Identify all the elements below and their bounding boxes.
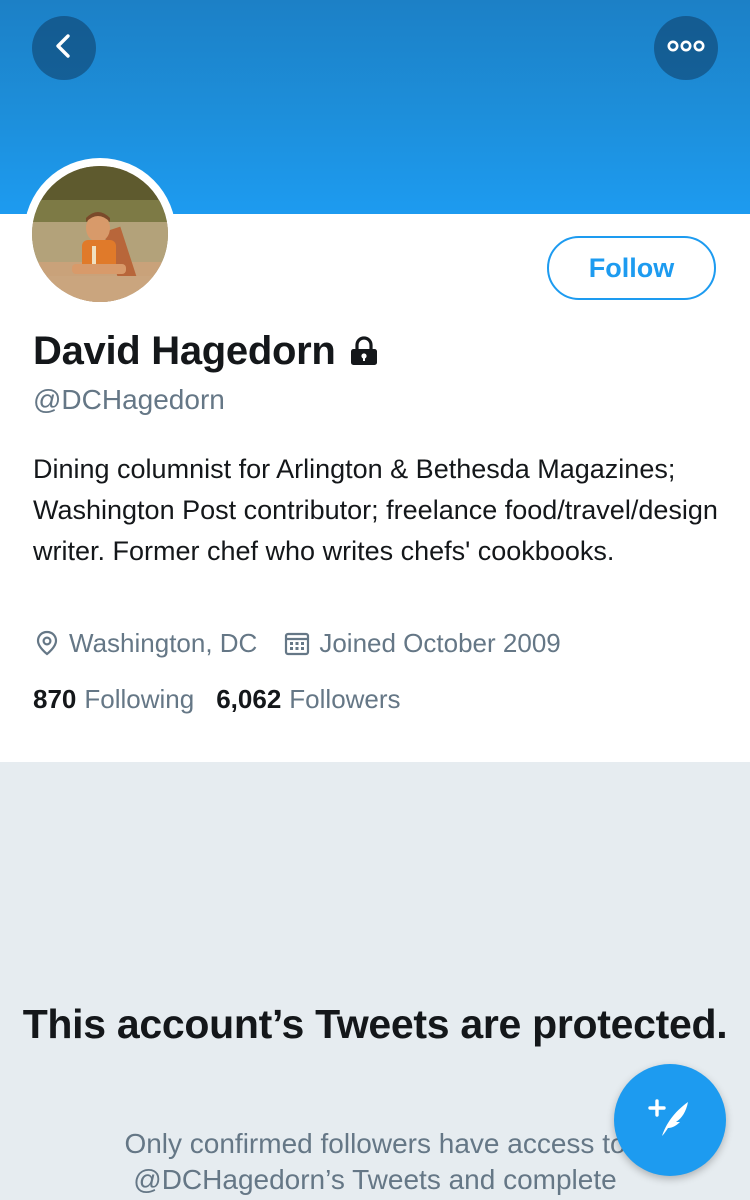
user-handle: @DCHagedorn bbox=[33, 384, 225, 415]
compose-tweet-button[interactable] bbox=[614, 1064, 726, 1176]
calendar-icon bbox=[283, 629, 311, 657]
follow-button[interactable]: Follow bbox=[547, 236, 716, 300]
followers-label: Followers bbox=[289, 683, 401, 714]
protected-title: This account’s Tweets are protected. bbox=[22, 1001, 728, 1047]
following-count: 870 bbox=[33, 683, 77, 714]
chevron-left-icon bbox=[50, 32, 78, 65]
avatar-photo bbox=[32, 166, 168, 302]
profile-stats: 870 Following 6,062 Followers bbox=[33, 680, 401, 718]
following-label: Following bbox=[84, 683, 195, 714]
protected-description: Only confirmed followers have access to … bbox=[124, 1128, 626, 1195]
profile-name-row: David Hagedorn bbox=[33, 326, 380, 376]
more-dots-icon bbox=[666, 38, 706, 59]
lock-icon bbox=[348, 335, 380, 367]
more-options-button[interactable] bbox=[654, 16, 718, 80]
joined-item: Joined October 2009 bbox=[283, 627, 561, 659]
profile-bio: Dining columnist for Arlington & Bethesd… bbox=[33, 454, 718, 566]
compose-tweet-icon bbox=[642, 1090, 698, 1151]
location-pin-icon bbox=[33, 629, 61, 657]
avatar[interactable] bbox=[24, 158, 176, 310]
location-text: Washington, DC bbox=[69, 627, 258, 658]
following-stat[interactable]: 870 Following bbox=[33, 684, 194, 715]
back-button[interactable] bbox=[32, 16, 96, 80]
location-item: Washington, DC bbox=[33, 628, 257, 659]
joined-text: Joined October 2009 bbox=[319, 627, 561, 658]
display-name: David Hagedorn bbox=[33, 328, 336, 373]
followers-count: 6,062 bbox=[216, 683, 282, 714]
followers-stat[interactable]: 6,062 Followers bbox=[216, 684, 400, 715]
profile-meta: Washington, DC Joined October 2009 bbox=[33, 624, 561, 662]
